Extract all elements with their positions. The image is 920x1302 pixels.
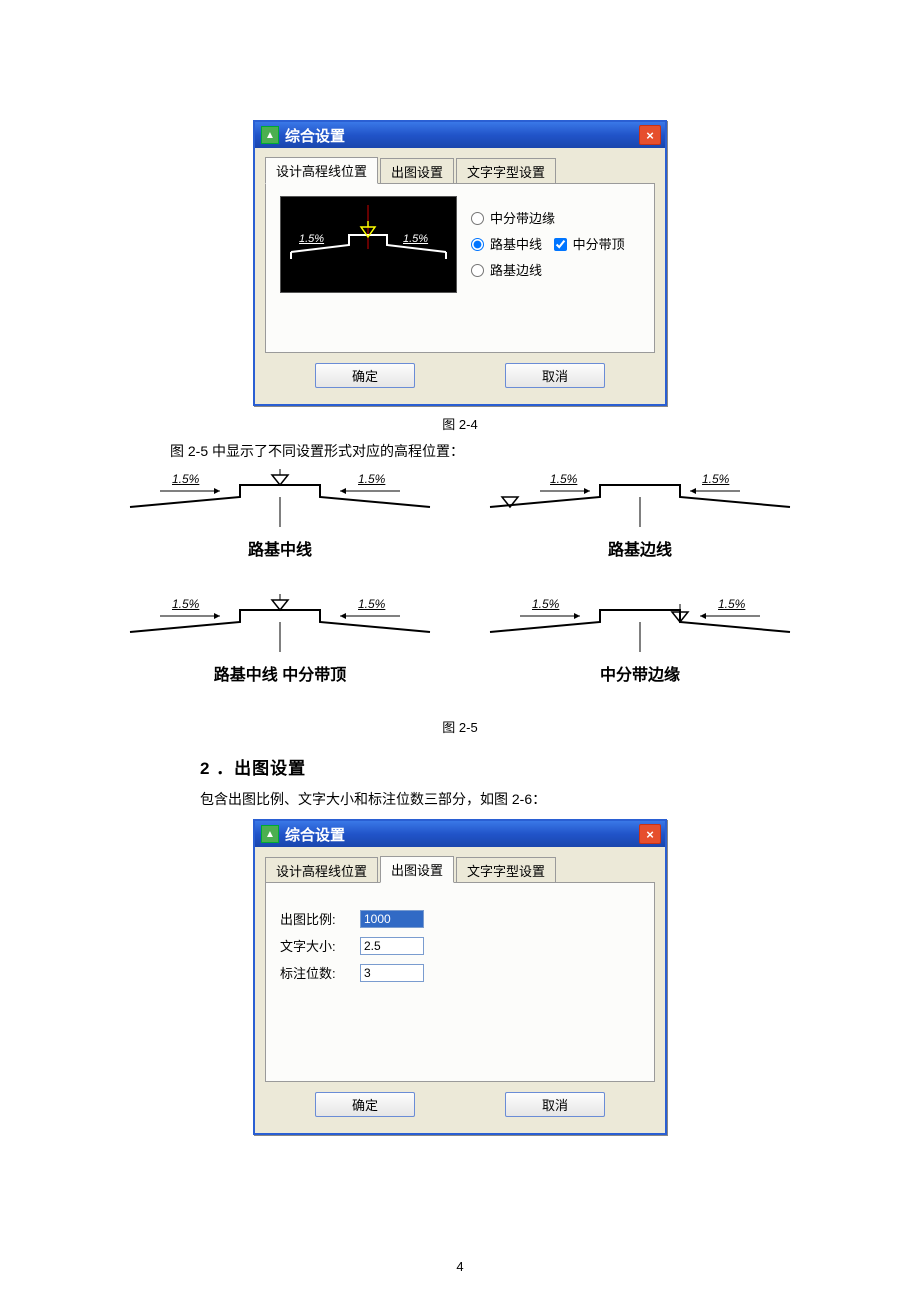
scale-input[interactable] (360, 910, 424, 928)
tab-font-settings[interactable]: 文字字型设置 (456, 857, 556, 883)
radio-median-edge[interactable]: 中分带边缘 (471, 206, 625, 232)
xs-label-tr: 路基边线 (480, 536, 800, 560)
xs-pct: 1.5% (358, 597, 385, 611)
xs-pct: 1.5% (172, 472, 199, 486)
xs-label-br: 中分带边缘 (480, 661, 800, 685)
section-heading-2: 2 ．出图设置 (60, 754, 860, 779)
tabs: 设计高程线位置 出图设置 文字字型设置 (265, 855, 655, 882)
xs-label-bl: 路基中线 中分带顶 (120, 661, 440, 685)
tab-design-elevation[interactable]: 设计高程线位置 (265, 857, 378, 883)
cancel-button[interactable]: 取消 (505, 363, 605, 388)
xs-pct: 1.5% (172, 597, 199, 611)
radio-median-edge-input[interactable] (471, 212, 484, 225)
titlebar: ▲ 综合设置 × (255, 122, 665, 148)
xs-pct: 1.5% (532, 597, 559, 611)
tab-panel: 出图比例: 文字大小: 标注位数: (265, 882, 655, 1082)
xs-label-tl: 路基中线 (120, 536, 440, 560)
titlebar: ▲ 综合设置 × (255, 821, 665, 847)
decimals-label: 标注位数: (280, 963, 350, 982)
fontsize-label: 文字大小: (280, 936, 350, 955)
cross-section-row-1: 1.5% 1.5% 路基中线 1.5% 1.5% 路基边线 (60, 467, 860, 588)
cross-section-preview: 1.5% 1.5% (280, 196, 457, 293)
cross-section-row-2: 1.5% 1.5% 路基中线 中分带顶 1.5% 1.5% 中分带边缘 (60, 592, 860, 713)
xs-subgrade-edge-svg (480, 467, 800, 527)
tab-plot-settings[interactable]: 出图设置 (380, 856, 454, 883)
figure-caption-2-5: 图 2-5 (60, 717, 860, 736)
preview-left-pct: 1.5% (299, 233, 324, 245)
xs-subgrade-center-mediantop-svg (120, 592, 440, 652)
radio-subgrade-center[interactable]: 路基中线 中分带顶 (471, 232, 625, 258)
xs-pct: 1.5% (550, 472, 577, 486)
preview-right-pct: 1.5% (403, 233, 428, 245)
xs-pct: 1.5% (702, 472, 729, 486)
page-number: 4 (0, 1259, 920, 1274)
ok-button[interactable]: 确定 (315, 1092, 415, 1117)
radio-subgrade-edge[interactable]: 路基边线 (471, 258, 625, 284)
tab-plot-settings[interactable]: 出图设置 (380, 158, 454, 184)
tab-design-elevation[interactable]: 设计高程线位置 (265, 157, 378, 184)
dialog-buttons: 确定 取消 (265, 1082, 655, 1123)
scale-label: 出图比例: (280, 909, 350, 928)
tab-panel: 1.5% 1.5% 中分带边缘 路基中线 (265, 183, 655, 353)
dialog-comprehensive-settings-2: ▲ 综合设置 × 设计高程线位置 出图设置 文字字型设置 出图比例: 文字大小: (253, 819, 667, 1135)
body-text-1: 图 2-5 中显示了不同设置形式对应的高程位置： (60, 441, 860, 461)
xs-subgrade-center-svg (120, 467, 440, 527)
tabs: 设计高程线位置 出图设置 文字字型设置 (265, 156, 655, 183)
app-icon: ▲ (261, 126, 279, 144)
close-icon[interactable]: × (639, 125, 661, 145)
radio-group: 中分带边缘 路基中线 中分带顶 路基边线 (471, 206, 625, 284)
dialog-comprehensive-settings-1: ▲ 综合设置 × 设计高程线位置 出图设置 文字字型设置 (253, 120, 667, 406)
dialog-buttons: 确定 取消 (265, 353, 655, 394)
decimals-input[interactable] (360, 964, 424, 982)
xs-pct: 1.5% (358, 472, 385, 486)
radio-subgrade-edge-input[interactable] (471, 264, 484, 277)
cancel-button[interactable]: 取消 (505, 1092, 605, 1117)
figure-caption-2-4: 图 2-4 (60, 414, 860, 433)
close-icon[interactable]: × (639, 824, 661, 844)
tab-font-settings[interactable]: 文字字型设置 (456, 158, 556, 184)
dialog-title: 综合设置 (285, 824, 345, 845)
fontsize-input[interactable] (360, 937, 424, 955)
ok-button[interactable]: 确定 (315, 363, 415, 388)
radio-subgrade-center-input[interactable] (471, 238, 484, 251)
dialog-title: 综合设置 (285, 125, 345, 146)
app-icon: ▲ (261, 825, 279, 843)
xs-median-edge-svg (480, 592, 800, 652)
checkbox-median-top[interactable] (554, 238, 567, 251)
xs-pct: 1.5% (718, 597, 745, 611)
body-text-2: 包含出图比例、文字大小和标注位数三部分，如图 2-6： (60, 789, 860, 809)
